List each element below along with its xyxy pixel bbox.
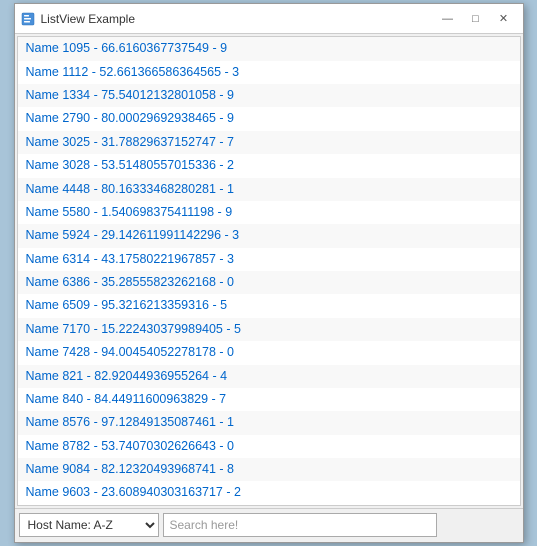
window-controls: — □ ✕ [435, 9, 517, 29]
title-bar: ListView Example — □ ✕ [15, 4, 523, 34]
minimize-button[interactable]: — [435, 9, 461, 29]
list-item[interactable]: Name 6314 - 43.17580221967857 - 3 [18, 248, 520, 271]
list-item[interactable]: Name 9084 - 82.12320493968741 - 8 [18, 458, 520, 481]
status-bar: Host Name: A-ZHost Name: Z-AValue: Low-H… [15, 508, 523, 542]
list-item[interactable]: Name 8782 - 53.74070302626643 - 0 [18, 435, 520, 458]
list-item[interactable]: Name 3028 - 53.51480557015336 - 2 [18, 154, 520, 177]
list-item[interactable]: Name 1095 - 66.6160367737549 - 9 [18, 37, 520, 60]
list-item[interactable]: Name 8576 - 97.12849135087461 - 1 [18, 411, 520, 434]
list-item[interactable]: Name 9603 - 23.608940303163717 - 2 [18, 481, 520, 504]
search-input[interactable] [163, 513, 437, 537]
close-button[interactable]: ✕ [491, 9, 517, 29]
list-item[interactable]: Name 7428 - 94.00454052278178 - 0 [18, 341, 520, 364]
list-view: Name 1095 - 66.6160367737549 - 9Name 111… [17, 36, 521, 506]
list-item[interactable]: Name 840 - 84.44911600963829 - 7 [18, 388, 520, 411]
maximize-button[interactable]: □ [463, 9, 489, 29]
sort-select[interactable]: Host Name: A-ZHost Name: Z-AValue: Low-H… [19, 513, 159, 537]
list-item[interactable]: Name 6509 - 95.3216213359316 - 5 [18, 294, 520, 317]
list-item[interactable]: Name 6386 - 35.28555823262168 - 0 [18, 271, 520, 294]
window-title: ListView Example [41, 12, 435, 26]
app-icon [21, 12, 35, 26]
list-item[interactable]: Name 2790 - 80.00029692938465 - 9 [18, 107, 520, 130]
list-item[interactable]: Name 821 - 82.92044936955264 - 4 [18, 365, 520, 388]
list-item[interactable]: Name 3025 - 31.78829637152747 - 7 [18, 131, 520, 154]
list-item[interactable]: Name 7170 - 15.222430379989405 - 5 [18, 318, 520, 341]
list-item[interactable]: Name 1334 - 75.54012132801058 - 9 [18, 84, 520, 107]
list-item[interactable]: Name 4448 - 80.16333468280281 - 1 [18, 178, 520, 201]
list-item[interactable]: Name 5580 - 1.540698375411198 - 9 [18, 201, 520, 224]
main-window: ListView Example — □ ✕ Name 1095 - 66.61… [14, 3, 524, 543]
list-item[interactable]: Name 5924 - 29.142611991142296 - 3 [18, 224, 520, 247]
list-item[interactable]: Name 1112 - 52.661366586364565 - 3 [18, 61, 520, 84]
